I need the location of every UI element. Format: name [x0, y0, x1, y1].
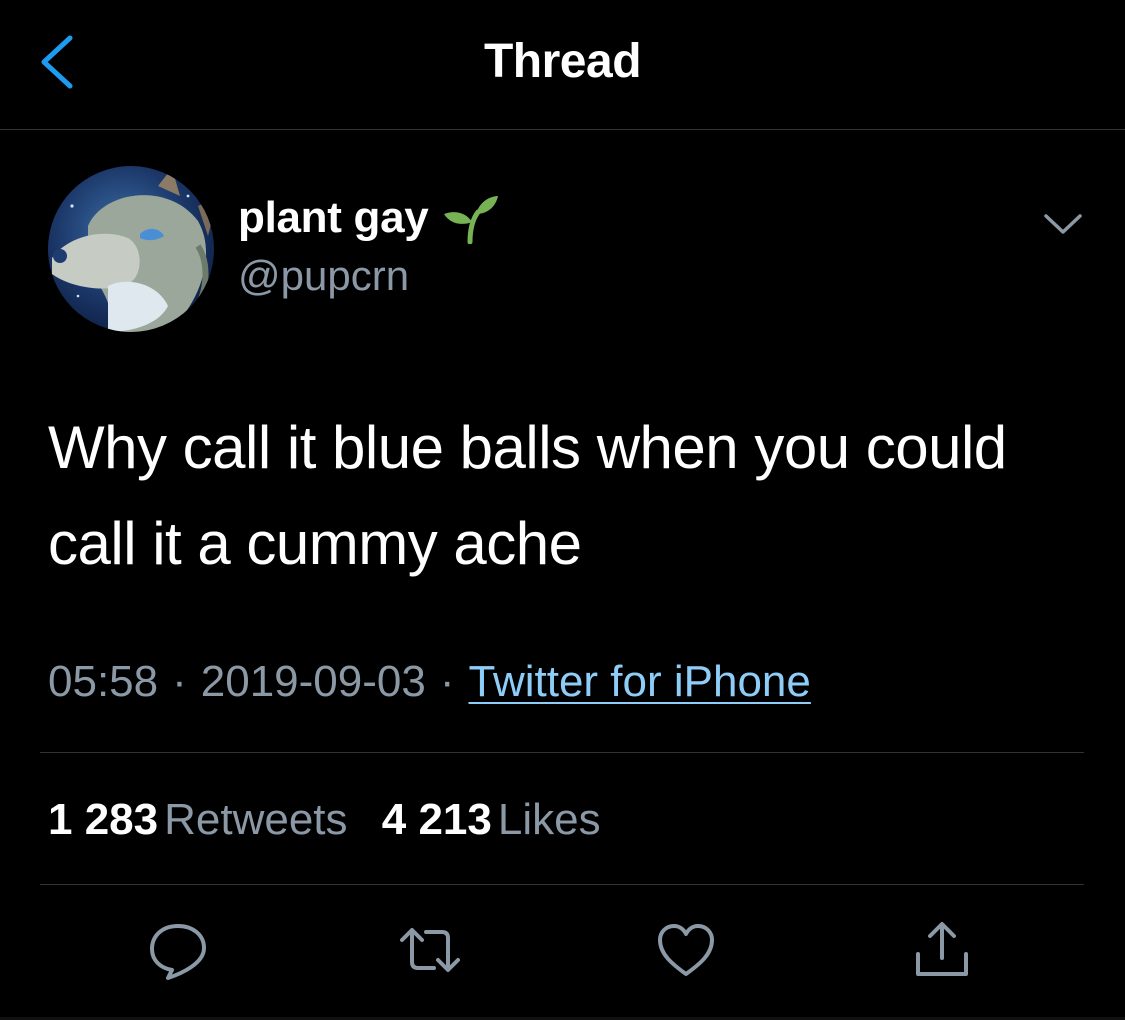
tweet-options-button[interactable] [1040, 204, 1086, 244]
retweets-stat[interactable]: 1 283 Retweets [48, 792, 348, 848]
meta-separator: · [439, 657, 455, 706]
tweet-meta: 05:58 · 2019-09-03 · Twitter for iPhone [48, 652, 811, 712]
tweet-source-link[interactable]: Twitter for iPhone [469, 657, 811, 706]
avatar[interactable] [48, 166, 214, 332]
tweet-stats: 1 283 Retweets 4 213 Likes [48, 792, 623, 848]
retweets-count: 1 283 [48, 795, 159, 844]
likes-count: 4 213 [381, 795, 492, 844]
tweet-time: 05:58 [48, 657, 159, 706]
like-button[interactable] [654, 918, 718, 982]
page-title: Thread [483, 35, 642, 88]
retweets-label: Retweets [164, 795, 348, 844]
likes-stat[interactable]: 4 213 Likes [382, 792, 601, 848]
divider [40, 752, 1084, 753]
thread-header: Thread [0, 0, 1125, 130]
meta-separator: · [172, 657, 187, 706]
share-icon [916, 922, 968, 976]
divider [40, 884, 1084, 885]
likes-label: Likes [497, 795, 601, 844]
author-name-row[interactable]: plant gay [238, 188, 500, 248]
seedling-icon [444, 196, 499, 244]
avatar-image [48, 166, 214, 332]
tweet-date: 2019-09-03 [200, 657, 426, 706]
share-button[interactable] [910, 918, 974, 982]
author-handle[interactable]: @pupcrn [238, 250, 409, 302]
reply-icon [150, 924, 206, 980]
chevron-down-icon [1044, 214, 1082, 234]
retweet-button[interactable] [398, 918, 462, 982]
tweet-text: Why call it blue balls when you could ca… [48, 414, 1007, 577]
author-display-name: plant gay [238, 193, 429, 242]
retweet-icon [400, 928, 460, 972]
reply-button[interactable] [146, 918, 210, 982]
like-icon [658, 924, 714, 976]
